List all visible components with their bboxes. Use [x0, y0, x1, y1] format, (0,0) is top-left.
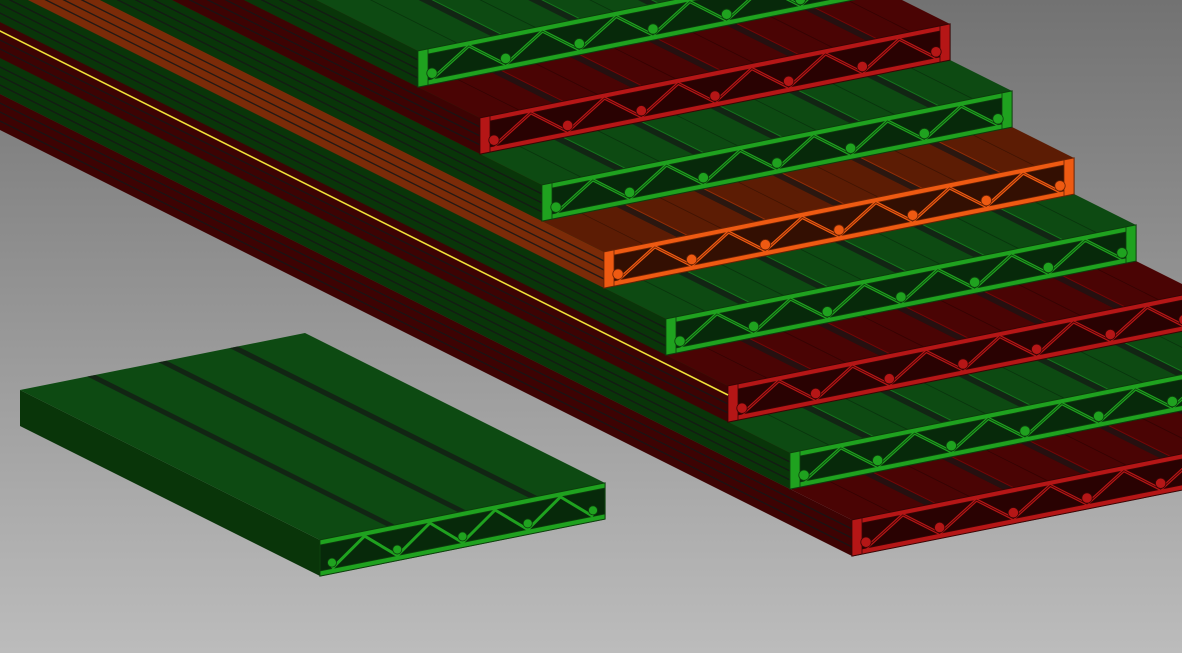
- section-boss: [612, 268, 624, 280]
- section-boss: [1166, 395, 1178, 408]
- section-boss: [748, 320, 760, 333]
- section-boss: [1093, 410, 1105, 422]
- section-boss: [736, 402, 748, 414]
- section-right-cap: [939, 23, 951, 63]
- section-boss: [980, 194, 992, 207]
- section-boss: [771, 157, 783, 169]
- section-boss: [930, 46, 942, 58]
- section-left-cap: [665, 316, 677, 356]
- section-boss: [686, 253, 698, 266]
- section-boss: [810, 387, 822, 400]
- section-boss: [1054, 180, 1066, 192]
- section-left-cap: [603, 249, 615, 289]
- section-boss: [1019, 425, 1031, 437]
- section-boss: [945, 440, 957, 452]
- section-right-cap: [1125, 224, 1137, 264]
- section-boss: [957, 358, 969, 370]
- section-boss: [833, 224, 845, 236]
- section-boss: [798, 469, 810, 481]
- section-boss: [883, 373, 895, 385]
- section-boss: [1007, 507, 1019, 519]
- section-left-cap: [727, 383, 739, 423]
- section-left-cap: [789, 450, 801, 490]
- section-right-cap: [1001, 90, 1013, 130]
- section-boss: [562, 119, 574, 132]
- section-boss: [759, 239, 771, 251]
- section-boss: [1116, 247, 1128, 259]
- section-boss: [1042, 261, 1054, 274]
- section-boss: [872, 454, 884, 467]
- section-left-cap: [541, 182, 553, 222]
- loose-boss: [327, 557, 337, 568]
- loose-boss: [588, 505, 598, 516]
- cad-3d-viewport[interactable]: [0, 0, 1182, 653]
- section-boss: [550, 201, 562, 213]
- section-boss: [992, 113, 1004, 125]
- section-boss: [1155, 477, 1167, 489]
- section-boss: [674, 335, 686, 347]
- model-scene[interactable]: [0, 0, 1182, 653]
- section-boss: [845, 142, 857, 154]
- loose-boss: [392, 544, 403, 555]
- section-boss: [934, 521, 946, 534]
- section-boss: [783, 75, 795, 87]
- section-boss: [426, 67, 438, 79]
- section-boss: [635, 105, 647, 117]
- section-boss: [895, 291, 907, 303]
- section-boss: [573, 38, 585, 50]
- section-boss: [647, 23, 659, 35]
- section-left-cap: [851, 517, 863, 557]
- section-boss: [1081, 492, 1093, 504]
- section-right-cap: [1063, 157, 1075, 197]
- section-boss: [709, 90, 721, 102]
- section-left-cap: [417, 48, 429, 88]
- section-boss: [1104, 328, 1116, 341]
- loose-boss: [522, 518, 533, 529]
- section-boss: [500, 52, 512, 65]
- section-boss: [856, 60, 868, 73]
- section-boss: [860, 536, 872, 548]
- section-boss: [721, 8, 733, 20]
- section-boss: [624, 186, 636, 199]
- section-boss: [488, 134, 500, 146]
- section-boss: [907, 209, 919, 221]
- section-boss: [821, 306, 833, 318]
- loose-boss: [457, 531, 468, 542]
- section-boss: [969, 276, 981, 288]
- section-left-cap: [479, 115, 491, 155]
- section-boss: [918, 127, 930, 140]
- section-boss: [1031, 343, 1043, 355]
- section-boss: [697, 172, 709, 184]
